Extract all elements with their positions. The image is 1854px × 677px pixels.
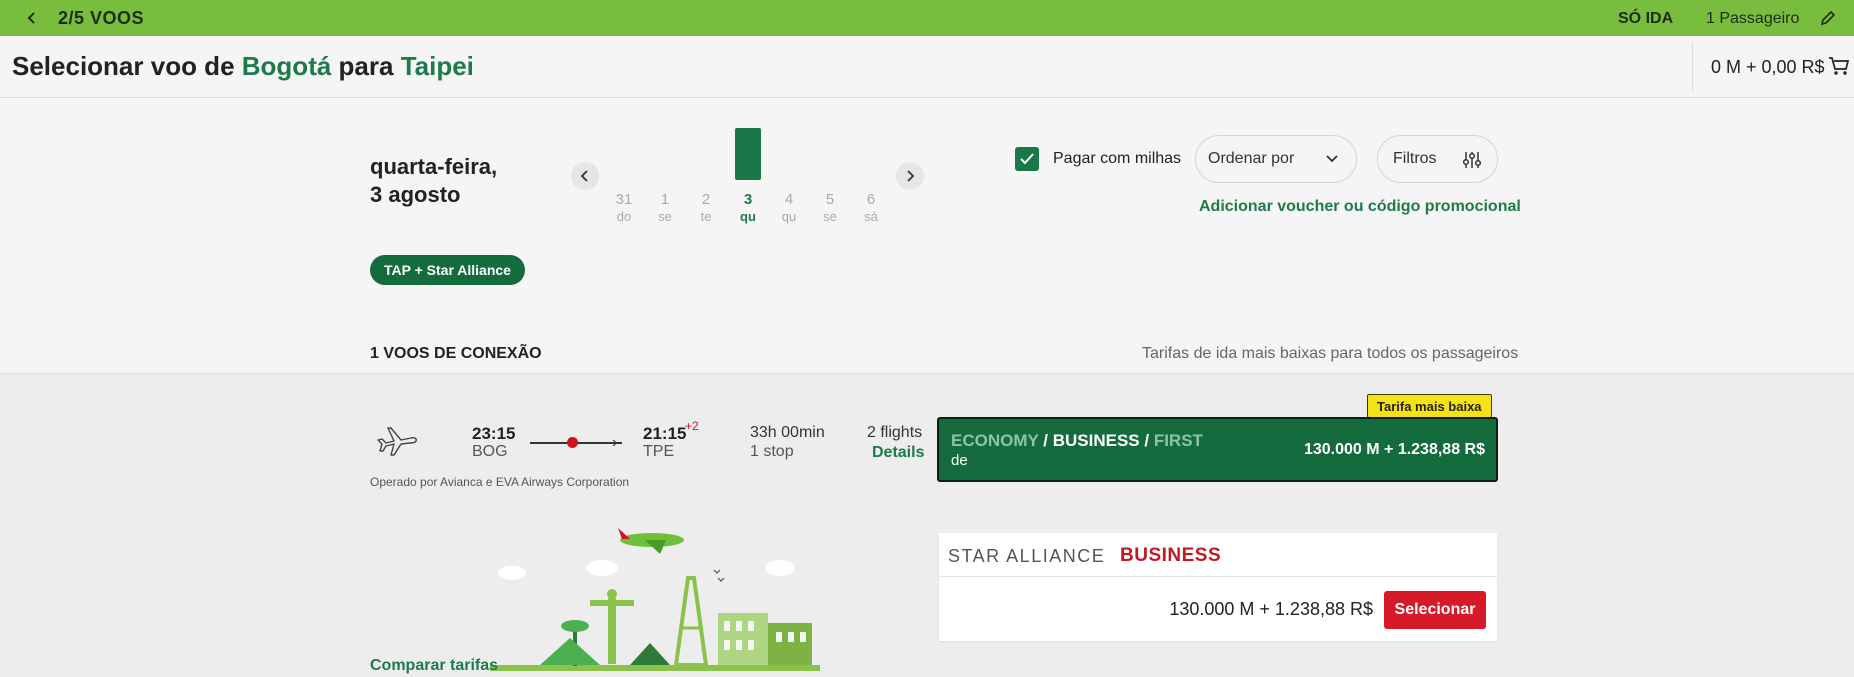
page-title: Selecionar voo de Bogotá para Taipei — [12, 51, 474, 82]
selected-weekday: quarta-feira, — [370, 154, 498, 179]
day-weekday: se — [823, 209, 837, 224]
fare-brand: STAR ALLIANCE — [948, 546, 1106, 566]
select-fare-button[interactable]: Selecionar — [1384, 591, 1486, 629]
filters-button[interactable]: Filtros — [1377, 135, 1498, 183]
fare-card-price: 130.000 M + 1.238,88 R$ — [1169, 599, 1373, 619]
cart-icon[interactable] — [1828, 55, 1850, 77]
arrival-time: 21:15 — [643, 424, 687, 443]
fare-cabin: BUSINESS — [1120, 545, 1222, 566]
sort-by-label: Ordenar por — [1208, 150, 1295, 167]
day-weekday: te — [700, 209, 712, 224]
day-option[interactable]: 2 te — [686, 191, 726, 225]
day-weekday: se — [658, 209, 672, 224]
results-section-title: 1 VOOS DE CONEXÃO — [370, 345, 542, 362]
airplane-icon — [376, 422, 418, 458]
day-option[interactable]: 1 se — [645, 191, 685, 225]
lowest-fare-badge: Tarifa mais baixa — [1367, 394, 1492, 418]
day-number: 2 — [701, 191, 711, 208]
chevron-down-icon — [1326, 155, 1338, 163]
pay-with-miles-label: Pagar com milhas — [1053, 150, 1182, 167]
checkmark-icon — [1020, 153, 1034, 165]
flight-count: 2 flights — [867, 424, 923, 441]
header-divider — [1692, 42, 1693, 92]
trip-type: SÓ IDA — [1618, 10, 1674, 27]
day-option[interactable]: 4 qu — [769, 191, 809, 225]
day-number: 3 — [743, 191, 753, 208]
day-option-selected[interactable]: 3 qu — [728, 191, 768, 225]
title-middle: para — [338, 51, 394, 81]
arrival-airport: TPE — [643, 443, 675, 460]
day-number: 4 — [784, 191, 794, 208]
step-indicator: 2/5 VOOS — [58, 8, 145, 28]
top-bar: 2/5 VOOS SÓ IDA 1 Passageiro — [0, 0, 1854, 36]
sliders-icon — [1462, 152, 1482, 168]
day-number: 1 — [660, 191, 670, 208]
fare-summary-button[interactable]: ECONOMY / BUSINESS / FIRST de 130.000 M … — [937, 417, 1498, 482]
fare-card: STAR ALLIANCE BUSINESS 130.000 M + 1.238… — [939, 533, 1497, 641]
cabin-separator: / — [1139, 431, 1154, 450]
stop-count: 1 stop — [750, 443, 794, 460]
back-chevron-icon[interactable] — [22, 8, 42, 28]
cart-total[interactable]: 0 M + 0,00 R$ — [1711, 57, 1825, 78]
cabin-separator: / — [1038, 431, 1053, 450]
fare-price: 130.000 M + 1.238,88 R$ — [1303, 441, 1485, 458]
cabin-classes: ECONOMY / BUSINESS / FIRST — [951, 431, 1203, 451]
page-header: Selecionar voo de Bogotá para Taipei 0 M… — [0, 36, 1854, 98]
search-controls: quarta-feira, 3 agosto 31 do 1 se 2 te 3 qu … — [0, 98, 1854, 374]
prev-dates-button[interactable] — [571, 162, 599, 190]
route-arrow-icon: › — [612, 434, 618, 451]
arrival-day-offset: +2 — [685, 419, 699, 433]
cabin-economy: ECONOMY — [951, 431, 1039, 450]
alliance-filter-tag[interactable]: TAP + Star Alliance — [370, 255, 525, 285]
selected-day-bar — [735, 128, 761, 180]
title-prefix: Selecionar voo de — [12, 51, 235, 81]
day-weekday: qu — [740, 209, 756, 224]
day-option[interactable]: 5 se — [810, 191, 850, 225]
results-section-note: Tarifas de ida mais baixas para todos os… — [1142, 345, 1519, 362]
stop-dot — [567, 437, 578, 448]
fare-card-header: STAR ALLIANCE BUSINESS — [939, 533, 1497, 577]
from-label: de — [951, 452, 968, 469]
departure-airport: BOG — [472, 443, 508, 460]
departure-time: 23:15 — [472, 424, 516, 443]
details-link[interactable]: Details — [872, 444, 924, 462]
travel-landmarks-illustration — [490, 518, 820, 677]
next-dates-button[interactable] — [896, 162, 924, 190]
pay-with-miles-checkbox[interactable] — [1015, 147, 1039, 171]
day-number: 5 — [825, 191, 835, 208]
origin-city: Bogotá — [241, 51, 332, 81]
compare-fares-link[interactable]: Comparar tarifas — [370, 657, 498, 675]
day-number: 6 — [866, 191, 876, 208]
sort-by-dropdown[interactable]: Ordenar por — [1195, 135, 1357, 183]
operated-by: Operado por Avianca e EVA Airways Corpor… — [370, 475, 630, 489]
day-number: 31 — [615, 191, 633, 208]
passenger-count[interactable]: 1 Passageiro — [1706, 10, 1799, 28]
flight-duration: 33h 00min — [750, 424, 825, 441]
selected-date: quarta-feira, 3 agosto — [370, 153, 497, 209]
filters-label: Filtros — [1393, 150, 1437, 167]
destination-city: Taipei — [400, 51, 474, 81]
voucher-link[interactable]: Adicionar voucher ou código promocional — [1199, 198, 1521, 216]
day-weekday: do — [616, 209, 632, 224]
plane-illustration — [618, 528, 684, 554]
edit-pencil-icon[interactable] — [1818, 8, 1838, 28]
day-option[interactable]: 6 sá — [851, 191, 891, 225]
day-weekday: sá — [864, 209, 878, 224]
selected-day-month: 3 agosto — [370, 182, 461, 207]
day-weekday: qu — [781, 209, 797, 224]
cabin-business: BUSINESS — [1052, 431, 1140, 450]
cabin-first: FIRST — [1153, 431, 1203, 450]
day-option[interactable]: 31 do — [604, 191, 644, 225]
